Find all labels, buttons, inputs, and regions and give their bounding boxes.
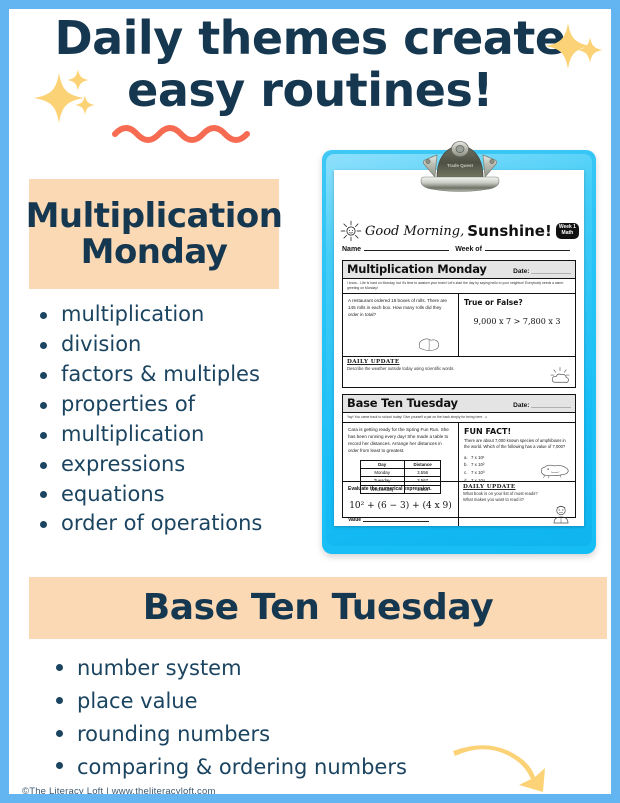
worksheet-question-left: A restaurant ordered 15 boxes of rolls. … xyxy=(343,293,459,356)
worksheet-block-columns: Cara is getting ready for the Spring Fun… xyxy=(343,422,575,495)
worksheet-paper: Good Morning, Sunshine! Week 1 Math Name… xyxy=(334,170,584,526)
list-item: division xyxy=(31,331,311,359)
list-item-continuation: multiplication xyxy=(31,421,311,449)
worksheet-block-base-ten-tuesday: Base Ten Tuesday Date: ___________ Yay! … xyxy=(342,394,576,526)
table-column-header: Distance xyxy=(403,459,442,469)
list-item: number system xyxy=(47,653,517,684)
name-input-rule[interactable] xyxy=(364,250,450,251)
worksheet-block-header: Multiplication Monday Date: ___________ xyxy=(343,261,575,279)
topic-list-multiplication-monday: multiplication division factors & multip… xyxy=(31,301,311,540)
daily-update-text: Describe the weather outside today using… xyxy=(347,365,455,371)
option-key: a. xyxy=(464,454,468,460)
section-title-line: Multiplication xyxy=(25,195,283,236)
list-item: properties of xyxy=(31,391,311,419)
worksheet-block-columns: A restaurant ordered 15 boxes of rolls. … xyxy=(343,293,575,356)
value-answer-field[interactable]: Value xyxy=(348,517,429,523)
table-row: Monday 3.556 xyxy=(359,467,442,478)
worksheet-title-row: Good Morning, Sunshine! Week 1 Math xyxy=(340,220,579,242)
page-title-line1: Daily themes create xyxy=(54,11,566,65)
worksheet-block-date[interactable]: Date: ___________ xyxy=(513,268,571,275)
section-banner-base-ten-tuesday: Base Ten Tuesday xyxy=(29,577,607,639)
list-item: expressions xyxy=(31,451,311,479)
week-badge-line2: Math xyxy=(561,230,574,236)
clip-brand-label: Trade Quest xyxy=(447,163,474,168)
fun-fact-heading: FUN FACT! xyxy=(464,426,512,436)
option-key: b. xyxy=(464,462,468,468)
copyright-footer[interactable]: ©The Literacy Loft | www.theliteracyloft… xyxy=(22,786,216,794)
section-title-multiplication-monday: Multiplication Monday xyxy=(26,198,283,270)
option-value: 7 x 10¹ xyxy=(471,454,485,460)
worksheet-block-subline: Yay! You came back to school today! Give… xyxy=(343,413,575,423)
sun-doodle-icon xyxy=(340,220,362,242)
daily-update-heading: DAILY UPDATE xyxy=(347,358,400,365)
worksheet-title-script: Good Morning, xyxy=(365,223,465,239)
option-value: 7 x 10³ xyxy=(471,469,485,475)
list-item: equations xyxy=(31,481,311,509)
section-title-line: Monday xyxy=(80,232,228,272)
table-cell-distance: 3.556 xyxy=(403,467,442,478)
clipboard: Good Morning, Sunshine! Week 1 Math Name… xyxy=(322,141,596,554)
true-false-equation: 9,000 x 7 > 7,800 x 3 xyxy=(473,316,561,326)
week-of-label: Week of xyxy=(455,246,482,253)
week-badge: Week 1 Math xyxy=(555,223,579,239)
worksheet-eval-row: Evaluate the numerical expression. 10² +… xyxy=(343,480,575,526)
list-item: order of operations xyxy=(31,510,311,538)
table-column-header: Day xyxy=(359,459,405,469)
section-title-base-ten-tuesday: Base Ten Tuesday xyxy=(142,586,494,628)
evaluate-heading: Evaluate the numerical expression. xyxy=(348,485,432,492)
daily-update-text: What book is on your list of must-reads?… xyxy=(463,490,538,503)
worksheet-question-left: Cara is getting ready for the Spring Fun… xyxy=(343,422,459,495)
daily-update-block: DAILY UPDATE Describe the weather outsid… xyxy=(343,355,575,388)
page-title: Daily themes create easy routines! xyxy=(9,11,611,117)
reader-doodle-icon xyxy=(553,505,569,524)
clipboard-clip-icon[interactable]: Trade Quest xyxy=(404,139,516,195)
worksheet-funfact: FUN FACT! There are about 7,000 known sp… xyxy=(459,423,575,483)
worksheet: Good Morning, Sunshine! Week 1 Math Name… xyxy=(334,170,584,526)
daily-update-block: DAILY UPDATE What book is on your list o… xyxy=(459,482,575,526)
list-item: multiplication xyxy=(31,301,311,329)
worksheet-question-text: Cara is getting ready for the Spring Fun… xyxy=(348,426,449,453)
list-item: place value xyxy=(47,686,517,717)
poster-page: Daily themes create easy routines! Multi… xyxy=(0,0,620,803)
worksheet-block-date[interactable]: Date: ___________ xyxy=(513,402,571,409)
option-value: 7 x 10² xyxy=(471,462,485,468)
page-title-line2: easy routines! xyxy=(127,62,493,117)
worksheet-block-multiplication-monday: Multiplication Monday Date: ___________ … xyxy=(342,260,576,388)
option-key: c. xyxy=(464,469,468,475)
worksheet-question-text: A restaurant ordered 15 boxes of rolls. … xyxy=(348,297,447,317)
worksheet-title-bold: Sunshine! xyxy=(467,222,552,240)
list-item: factors & multiples xyxy=(31,361,311,389)
fun-fact-text: There are about 7,000 known species of a… xyxy=(464,437,566,450)
evaluate-expression-cell: Evaluate the numerical expression. 10² +… xyxy=(343,481,459,526)
daily-update-heading: DAILY UPDATE xyxy=(463,483,516,490)
value-input-rule[interactable] xyxy=(363,520,429,522)
worksheet-block-header: Base Ten Tuesday Date: ___________ xyxy=(343,395,575,413)
weather-cloud-doodle-icon xyxy=(550,366,570,383)
worksheet-block-title: Multiplication Monday xyxy=(347,262,487,276)
table-cell-day: Monday xyxy=(359,467,405,478)
wavy-underline-icon xyxy=(112,125,250,143)
section-banner-multiplication-monday: Multiplication Monday xyxy=(26,179,283,289)
true-false-heading: True or False? xyxy=(464,297,523,307)
table-header-row: Day Distance xyxy=(359,459,442,469)
curved-arrow-down-right-icon xyxy=(453,745,545,792)
doodle-icon xyxy=(418,338,440,351)
evaluate-expression: 10² + (6 − 3) + (4 x 9) xyxy=(349,500,452,511)
week-of-input-rule[interactable] xyxy=(484,250,571,251)
worksheet-question-right: True or False? 9,000 x 7 > 7,800 x 3 xyxy=(459,294,575,356)
amphibian-doodle-icon xyxy=(540,464,569,479)
worksheet-name-row: Name Week of xyxy=(342,246,576,253)
name-label: Name xyxy=(342,246,362,253)
worksheet-block-subline: I know... Life is hard on Monday, but it… xyxy=(343,279,575,294)
value-label: Value xyxy=(348,516,362,523)
poster-header: Daily themes create easy routines! xyxy=(9,11,611,117)
worksheet-block-title: Base Ten Tuesday xyxy=(347,396,458,410)
